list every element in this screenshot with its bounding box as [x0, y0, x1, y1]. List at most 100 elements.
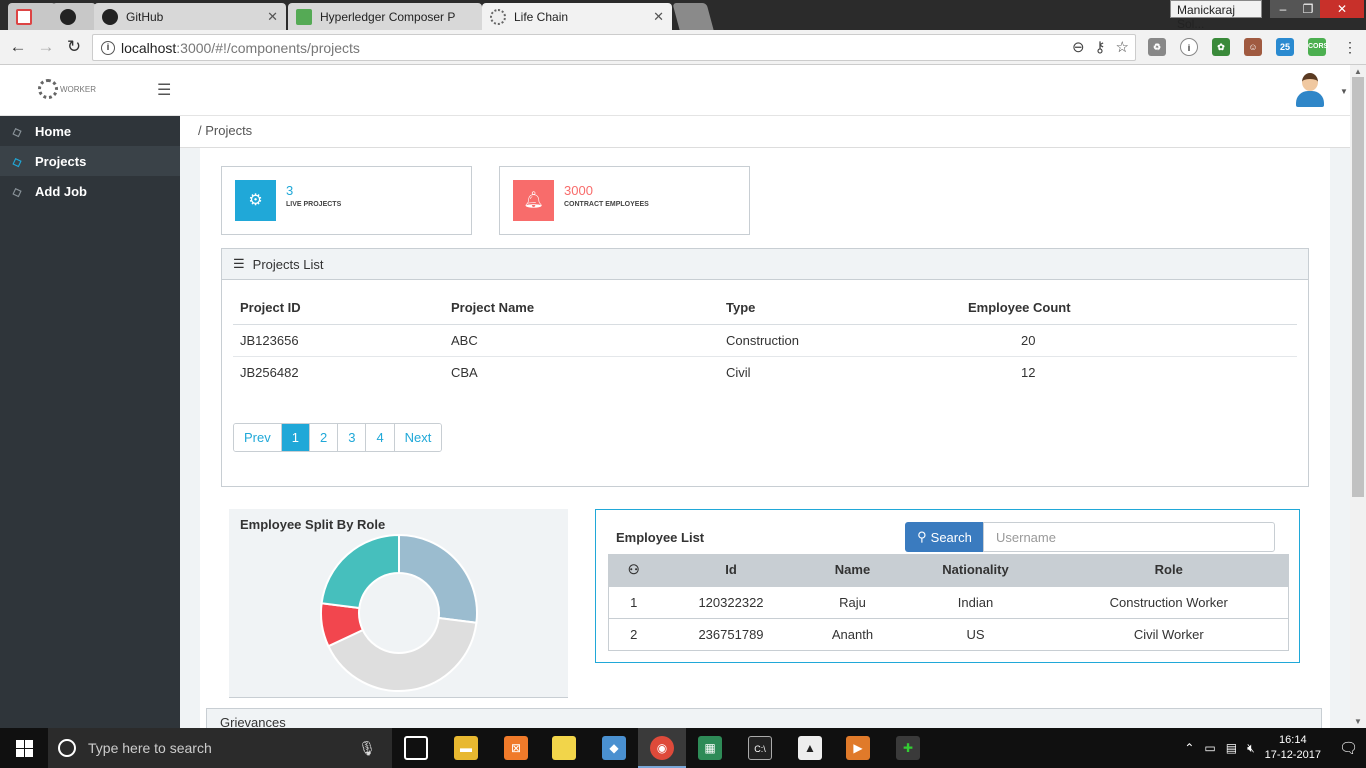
donut-slice-4[interactable] — [320, 534, 400, 610]
github-icon — [60, 8, 76, 25]
terminal-icon[interactable]: C:\ — [748, 736, 772, 760]
tab-life-chain[interactable]: Life Chain ✕ — [482, 3, 672, 30]
extension-25-icon[interactable]: 25 — [1276, 38, 1294, 56]
sidebar-toggle-icon[interactable]: ☰ — [157, 80, 171, 100]
info-icon[interactable]: i — [101, 40, 115, 55]
sticky-notes-icon[interactable] — [552, 736, 576, 760]
tab-github-pinned[interactable] — [52, 3, 96, 30]
tag-icon: ◇ — [10, 153, 24, 170]
pagination-page-4[interactable]: 4 — [366, 424, 395, 451]
spreadsheet-icon[interactable]: ▦ — [698, 736, 722, 760]
table-row[interactable]: 1 120322322 Raju Indian Construction Wor… — [608, 585, 1289, 619]
search-button[interactable]: ⚲ Search — [905, 522, 984, 552]
taskbar-search[interactable]: Type here to search 🎙︎ — [48, 728, 392, 768]
extension-cors-icon[interactable]: CORS — [1308, 38, 1328, 56]
clock[interactable]: 16:14 17-12-2017 — [1265, 733, 1321, 763]
battery-icon[interactable]: ▭ — [1204, 741, 1215, 755]
pagination-next[interactable]: Next — [394, 424, 442, 451]
minimize-icon[interactable]: – — [1270, 0, 1296, 18]
pagination-page-2[interactable]: 2 — [309, 424, 339, 451]
table-row[interactable]: 2 236751789 Ananth US Civil Worker — [608, 617, 1289, 651]
cell: 2 — [608, 617, 659, 651]
sidebar: ◇ Home ◇ Projects ◇ Add Job — [0, 116, 180, 728]
restore-icon[interactable]: ❐ — [1295, 0, 1321, 18]
sidebar-item-label: Home — [35, 123, 72, 139]
tab-hyperledger[interactable]: Hyperledger Composer P — [288, 3, 482, 30]
virtualbox-icon[interactable]: ◆ — [602, 736, 626, 760]
plus-app-icon[interactable]: ✚ — [896, 736, 920, 760]
cell: Raju — [803, 585, 902, 619]
recycle-extension-icon[interactable]: ♻ — [1148, 38, 1166, 56]
panel-title: Projects List — [252, 256, 324, 272]
sidebar-item-add-job[interactable]: ◇ Add Job — [0, 176, 180, 206]
sidebar-item-projects[interactable]: ◇ Projects — [0, 146, 180, 176]
browser-toolbar: ← → ↻ i localhost:3000/#!/components/pro… — [0, 30, 1366, 65]
stat-label: LIVE PROJECTS — [286, 201, 342, 208]
microphone-icon[interactable]: 🎙︎ — [358, 740, 376, 757]
bell-icon: 🔔︎ — [513, 180, 554, 221]
username-search-input[interactable] — [983, 522, 1275, 552]
notifications-icon[interactable]: 🗨︎ — [1339, 739, 1358, 757]
cell: 1 — [608, 585, 659, 619]
close-icon[interactable]: ✕ — [267, 9, 278, 25]
search-icon: ⚲ — [917, 529, 927, 544]
donut-slice-1[interactable] — [398, 534, 478, 624]
column-header: Nationality — [901, 554, 1050, 586]
pagination-prev[interactable]: Prev — [234, 424, 282, 451]
network-icon[interactable]: ▤ — [1226, 741, 1237, 755]
scrollbar-thumb[interactable] — [1352, 77, 1364, 497]
lifechain-icon — [490, 8, 506, 25]
extension-circle-icon[interactable]: i — [1180, 38, 1198, 56]
key-icon[interactable]: ⚷ — [1095, 38, 1106, 56]
zoom-icon[interactable]: ⊖ — [1072, 38, 1085, 56]
extension-plant-icon[interactable]: ✿ — [1212, 38, 1230, 56]
volume-icon[interactable]: 🔇︎ — [1247, 741, 1255, 756]
projects-list-panel: ☰ Projects List Project ID Project Name … — [221, 248, 1309, 487]
xampp-icon[interactable]: ⊠ — [504, 736, 528, 760]
browser-menu-icon[interactable]: ⋮ — [1340, 37, 1360, 57]
cell: Construction Worker — [1049, 585, 1289, 619]
app-logo[interactable]: WORKER — [38, 79, 96, 99]
tab-gmail[interactable] — [8, 3, 56, 30]
stat-card-contract-employees: 🔔︎ 3000 CONTRACT EMPLOYEES — [499, 166, 750, 235]
cell: Civil — [726, 364, 751, 380]
pagination-page-1[interactable]: 1 — [281, 424, 310, 451]
browser-tab-strip: GitHub ✕ Hyperledger Composer P Life Cha… — [0, 0, 1366, 31]
cell: ABC — [444, 324, 719, 357]
scroll-down-icon[interactable]: ▼ — [1354, 717, 1362, 726]
chrome-taskbar-button[interactable]: ◉ — [638, 728, 686, 768]
page-scrollbar[interactable]: ▲ ▼ — [1350, 65, 1366, 728]
github-icon — [102, 8, 118, 25]
start-button[interactable] — [0, 728, 48, 768]
profile-button[interactable]: Manickaraj Sol... — [1170, 0, 1262, 31]
new-tab-button[interactable] — [672, 3, 714, 30]
user-icon: ⚇ — [608, 554, 659, 586]
table-row[interactable]: JB123656 ABC Construction 20 — [233, 324, 1297, 357]
cell: 236751789 — [658, 617, 804, 651]
column-header: Project ID — [233, 292, 444, 325]
task-view-icon[interactable] — [404, 736, 428, 760]
sidebar-item-home[interactable]: ◇ Home — [0, 116, 180, 146]
forward-arrow-icon[interactable]: → — [36, 37, 56, 57]
back-arrow-icon[interactable]: ← — [8, 37, 28, 57]
tab-github[interactable]: GitHub ✕ — [94, 3, 286, 30]
file-explorer-icon[interactable]: ▬ — [454, 736, 478, 760]
address-bar[interactable]: i localhost:3000/#!/components/projects … — [92, 34, 1136, 61]
column-header: Id — [658, 554, 804, 586]
user-avatar[interactable] — [1295, 73, 1325, 107]
scroll-up-icon[interactable]: ▲ — [1354, 67, 1362, 76]
panel-title: Grievances — [220, 715, 286, 728]
employee-table: ⚇ Id Name Nationality Role 1 120322322 R… — [608, 554, 1289, 651]
chevron-up-icon[interactable]: ⌃ — [1184, 741, 1194, 755]
close-icon[interactable]: ✕ — [653, 9, 664, 25]
cell: Civil Worker — [1049, 617, 1289, 651]
caret-down-icon[interactable]: ▼ — [1340, 87, 1348, 96]
media-player-icon[interactable]: ▶ — [846, 736, 870, 760]
window-close-icon[interactable]: ✕ — [1320, 0, 1364, 18]
table-row[interactable]: JB256482 CBA Civil 12 — [233, 356, 1297, 388]
extension-person-icon[interactable]: ☺ — [1244, 38, 1262, 56]
pagination-page-3[interactable]: 3 — [338, 424, 367, 451]
reload-icon[interactable]: ↻ — [64, 37, 84, 57]
photos-icon[interactable]: ▲ — [798, 736, 822, 760]
bookmark-star-icon[interactable]: ☆ — [1116, 38, 1129, 56]
